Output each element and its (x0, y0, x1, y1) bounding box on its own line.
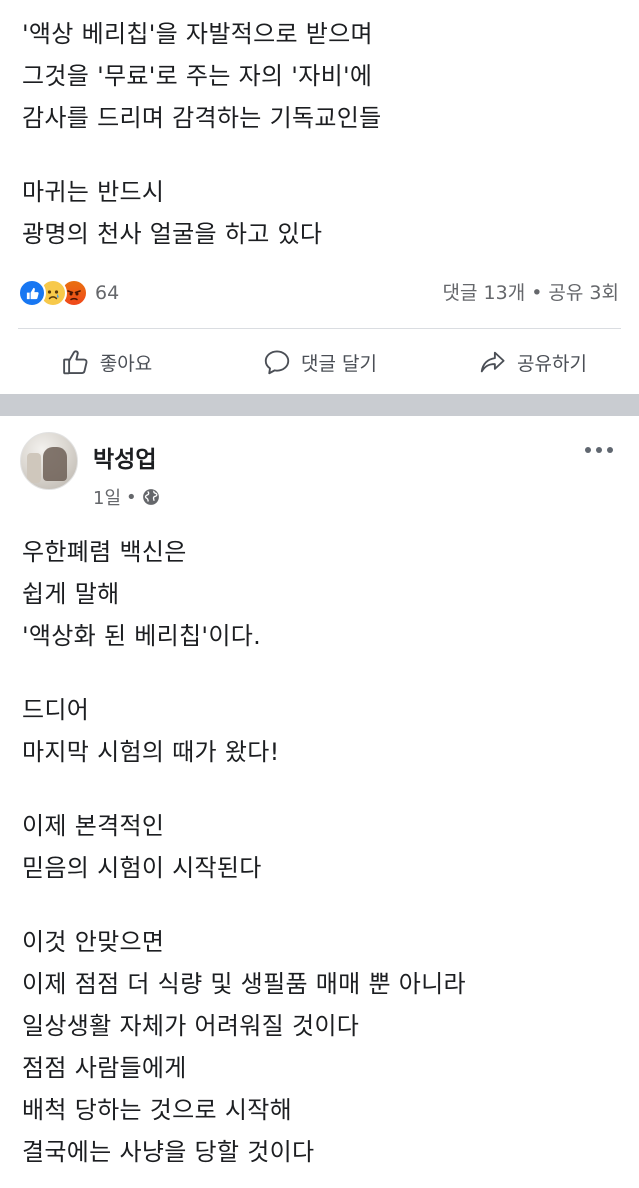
more-options-icon[interactable] (585, 442, 613, 458)
post-bottom-body: 우한폐렴 백신은 쉽게 말해 '액상화 된 베리칩'이다. 드디어 마지막 시험… (22, 531, 466, 1173)
post-line: 드디어 (22, 696, 90, 724)
post-top: '액상 베리칩'을 자발적으로 받으며 그것을 '무료'로 주는 자의 '자비'… (0, 0, 639, 394)
post-line: 광명의 천사 얼굴을 하고 있다 (22, 220, 323, 248)
post-line: '액상화 된 베리칩'이다. (22, 622, 262, 650)
post-line: 마지막 시험의 때가 왔다! (22, 738, 280, 766)
post-line: '액상 베리칩'을 자발적으로 받으며 (22, 20, 373, 48)
post-line: 이것 안맞으면 (22, 928, 165, 956)
post-bottom: 박성업 1일 • 우한폐렴 백신은 쉽게 말해 '액상화 된 베리칩'이다. 드… (0, 416, 639, 1188)
post-line: 쉽게 말해 (22, 580, 120, 608)
comment-button[interactable]: 댓글 달기 (213, 340, 426, 384)
meta-dot: • (126, 486, 137, 508)
share-icon (480, 351, 505, 373)
share-count[interactable]: 공유 3회 (548, 282, 619, 304)
stats-dot: • (531, 282, 543, 304)
more-dot (596, 447, 602, 453)
post-line: 배척 당하는 것으로 시작해 (22, 1096, 292, 1124)
avatar-figure (43, 447, 67, 481)
post-line: 마귀는 반드시 (22, 178, 165, 206)
comment-label: 댓글 달기 (301, 352, 377, 375)
share-button[interactable]: 공유하기 (426, 340, 639, 384)
avatar-detail (27, 453, 41, 483)
share-label: 공유하기 (517, 352, 587, 375)
like-label: 좋아요 (99, 352, 153, 375)
divider (18, 328, 621, 329)
post-line: 결국에는 사냥을 당할 것이다 (22, 1138, 315, 1166)
like-button[interactable]: 좋아요 (0, 340, 213, 384)
thumbs-up-icon (62, 350, 88, 375)
author-name[interactable]: 박성업 (93, 440, 156, 474)
reaction-summary[interactable]: 64 (18, 278, 119, 308)
comment-icon (264, 350, 290, 375)
post-line: 일상생활 자체가 어려워질 것이다 (22, 1012, 360, 1040)
comment-count[interactable]: 댓글 13개 (443, 282, 526, 304)
post-line: 우한폐렴 백신은 (22, 538, 187, 566)
post-line: 믿음의 시험이 시작된다 (22, 854, 262, 882)
post-time[interactable]: 1일 (93, 484, 121, 510)
post-line: 그것을 '무료'로 주는 자의 '자비'에 (22, 62, 373, 90)
avatar[interactable] (20, 432, 78, 490)
post-line: 점점 사람들에게 (22, 1054, 187, 1082)
post-top-body: '액상 베리칩'을 자발적으로 받으며 그것을 '무료'로 주는 자의 '자비'… (22, 13, 382, 255)
globe-icon (142, 489, 159, 505)
post-line: 이제 점점 더 식량 및 생필품 매매 뿐 아니라 (22, 970, 466, 998)
reaction-count: 64 (95, 282, 120, 304)
post-stats: 댓글 13개 • 공유 3회 (443, 278, 619, 308)
post-line: 감사를 드리며 감격하는 기독교인들 (22, 104, 382, 132)
post-line: 이제 본격적인 (22, 812, 165, 840)
action-bar: 좋아요 댓글 달기 공유하기 (0, 340, 639, 384)
post-meta: 1일 • (93, 484, 160, 510)
like-icon (18, 279, 46, 307)
more-dot (585, 447, 591, 453)
feed-separator (0, 394, 639, 416)
more-dot (607, 447, 613, 453)
